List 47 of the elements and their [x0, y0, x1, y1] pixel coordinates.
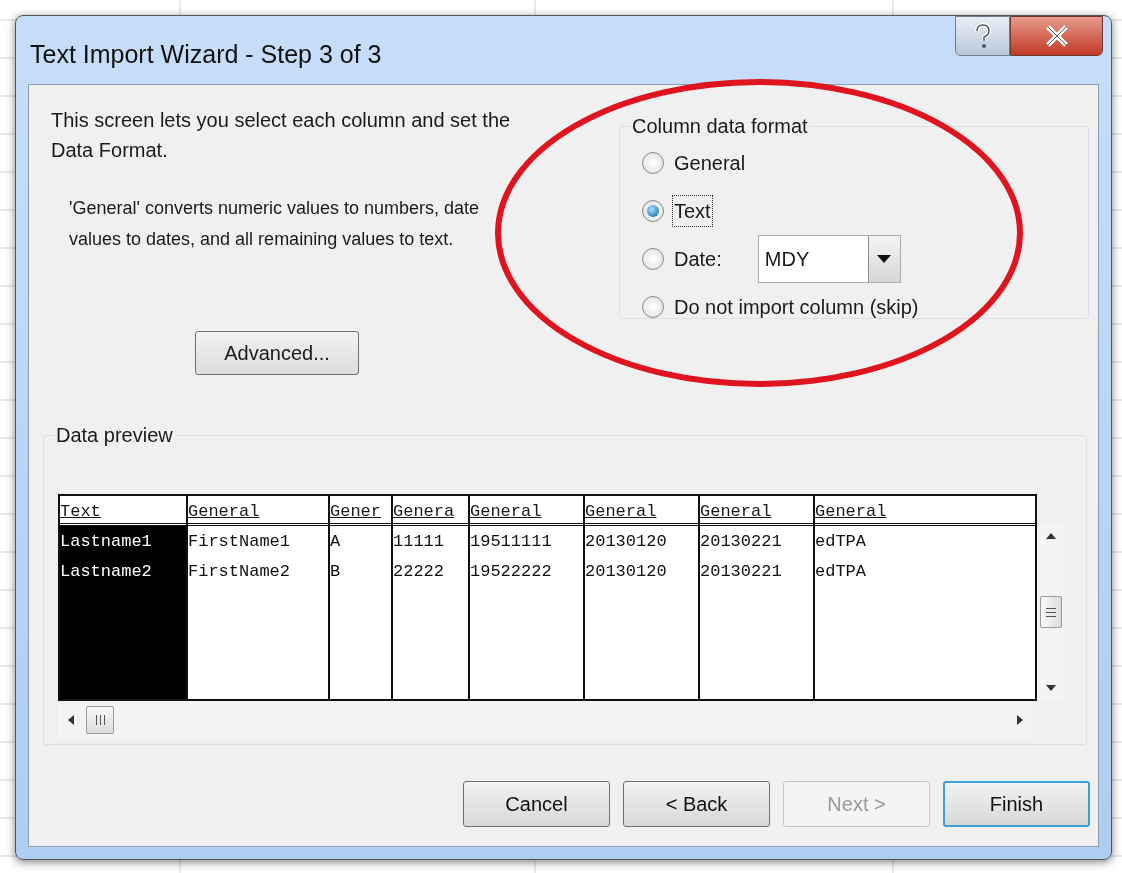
window-title: Text Import Wizard - Step 3 of 3 [30, 39, 382, 70]
scroll-down-icon[interactable] [1046, 685, 1056, 691]
preview-cell-text: 22222 [393, 561, 445, 583]
group-title: Data preview [55, 423, 174, 448]
preview-cell-text: 19522222 [470, 561, 553, 583]
preview-cell-text: B [330, 561, 342, 583]
preview-cell-text: FirstName1 [188, 531, 292, 553]
preview-cell-text: 20130221 [700, 531, 783, 553]
dropdown-value: MDY [763, 247, 811, 272]
preview-cell-text: 11111 [393, 531, 445, 553]
preview-cell-text: edTPA [815, 531, 867, 553]
date-format-dropdown[interactable]: MDY [757, 235, 901, 283]
close-icon [1044, 25, 1069, 47]
preview-cell-text: 20130120 [585, 561, 668, 583]
radio-button[interactable] [642, 296, 664, 318]
preview-cell-text: Lastname1 [60, 531, 153, 553]
scroll-thumb-icon[interactable] [1040, 596, 1062, 628]
radio-label[interactable]: Text [672, 195, 713, 227]
radio-button[interactable] [642, 152, 664, 174]
group-title: Column data format [631, 114, 809, 139]
preview-cell-text: 20130221 [700, 561, 783, 583]
scroll-up-icon[interactable] [1046, 533, 1056, 539]
preview-cell-text: FirstName2 [188, 561, 292, 583]
radio-label[interactable]: Date: [672, 243, 724, 275]
preview-cell-text: 19511111 [470, 531, 553, 553]
scroll-left-icon[interactable] [68, 715, 74, 725]
preview-cell-text: edTPA [815, 561, 867, 583]
radio-label[interactable]: General [672, 147, 748, 179]
scroll-thumb-icon[interactable] [86, 706, 114, 734]
radio-button[interactable] [642, 248, 664, 270]
preview-cell-text: 20130120 [585, 531, 668, 553]
preview-cell-text: Lastname2 [60, 561, 153, 583]
help-button[interactable] [955, 16, 1010, 56]
close-button[interactable] [1010, 16, 1103, 56]
scroll-right-icon[interactable] [1017, 715, 1023, 725]
dialog-button[interactable]: Cancel [463, 781, 610, 827]
preview-cell-text: A [330, 531, 342, 553]
help-icon [973, 23, 992, 49]
horizontal-scrollbar[interactable] [58, 701, 1033, 739]
description-text: This screen lets you select each column and set the Data Format. [51, 108, 512, 163]
dialog-button[interactable]: < Back [623, 781, 770, 827]
radio-button[interactable] [642, 200, 664, 222]
dialog-button[interactable]: Finish [943, 781, 1090, 827]
vertical-scrollbar[interactable] [1037, 523, 1065, 701]
radio-label[interactable]: Do not import column (skip) [672, 291, 921, 323]
advanced-button[interactable]: Advanced... [195, 331, 359, 375]
note-text: 'General' converts numeric values to numbers, date values to dates, and all remaining values to text. [69, 197, 481, 251]
